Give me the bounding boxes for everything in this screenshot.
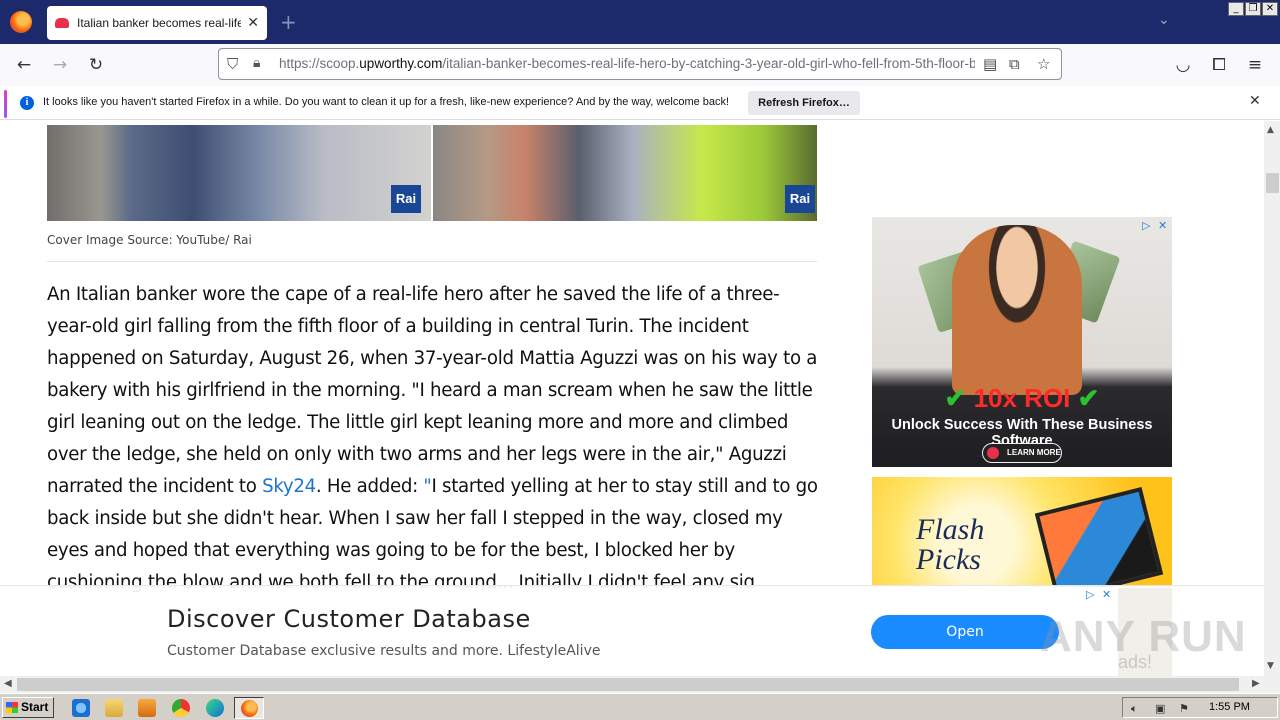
tab-bar: Italian banker becomes real-life he ✕ + … bbox=[0, 0, 1280, 44]
clock[interactable]: 1:55 PM bbox=[1209, 701, 1250, 713]
minimize-icon[interactable]: _ bbox=[1228, 2, 1244, 16]
tab-close-icon[interactable]: ✕ bbox=[247, 15, 259, 31]
cover-image-right bbox=[433, 125, 817, 221]
ads-label: ads! bbox=[1118, 652, 1153, 672]
tab-title: Italian banker becomes real-life he bbox=[77, 16, 242, 30]
nav-bar: ← → ↻ ⛉ 🔒︎ https://scoop.upworthy.com/it… bbox=[0, 44, 1280, 86]
bookmark-star-icon[interactable]: ☆ bbox=[1037, 55, 1050, 73]
chrome-icon[interactable] bbox=[172, 699, 190, 717]
scroll-corner bbox=[1264, 676, 1280, 693]
adchoices-icon[interactable]: ▷ bbox=[1086, 588, 1094, 601]
address-bar[interactable]: ⛉ 🔒︎ https://scoop.upworthy.com/italian-… bbox=[218, 48, 1062, 80]
taskbar: Start 🔈︎ ▣ ⚑ 1:55 PM bbox=[0, 693, 1280, 720]
open-button[interactable]: Open bbox=[871, 615, 1059, 649]
scroll-right-icon[interactable]: ▶ bbox=[1252, 678, 1260, 689]
rai-watermark: Rai bbox=[391, 185, 421, 213]
notification-stripe bbox=[4, 90, 7, 118]
taskbar-firefox-button[interactable] bbox=[234, 697, 264, 719]
scroll-left-icon[interactable]: ◀ bbox=[4, 678, 12, 689]
article-text: . He added: bbox=[315, 476, 424, 497]
article-body: An Italian banker wore the cape of a rea… bbox=[47, 279, 819, 599]
chevron-down-icon[interactable]: ⌄ bbox=[1158, 12, 1170, 28]
reader-view-icon[interactable]: ▤ bbox=[983, 55, 997, 73]
ad-headline: ✔ 10x ROI ✔ bbox=[944, 383, 1100, 413]
back-icon[interactable]: ← bbox=[13, 54, 35, 76]
volume-icon[interactable]: 🔈︎ bbox=[1131, 702, 1138, 716]
cover-image: Rai Rai bbox=[47, 125, 817, 221]
horizontal-scrollbar[interactable]: ◀ ▶ bbox=[0, 676, 1264, 693]
ad-close-icon[interactable]: ✕ bbox=[1158, 219, 1167, 232]
media-player-icon[interactable] bbox=[138, 699, 156, 717]
pocket-icon[interactable]: ◡ bbox=[1172, 54, 1194, 76]
laptop-image bbox=[1034, 487, 1164, 587]
menu-icon[interactable]: ≡ bbox=[1244, 54, 1266, 76]
window-close-icon[interactable]: ✕ bbox=[1262, 2, 1278, 16]
quote-mark: " bbox=[423, 476, 432, 497]
divider bbox=[47, 261, 817, 262]
edge-icon[interactable] bbox=[206, 699, 224, 717]
reload-icon[interactable]: ↻ bbox=[85, 54, 107, 76]
firefox-icon bbox=[241, 700, 258, 717]
restore-icon[interactable]: ❐ bbox=[1245, 2, 1261, 16]
start-button[interactable]: Start bbox=[2, 697, 54, 718]
image-caption: Cover Image Source: YouTube/ Rai bbox=[47, 233, 252, 247]
scroll-thumb[interactable] bbox=[1266, 173, 1279, 193]
network-icon[interactable]: ▣ bbox=[1155, 702, 1165, 715]
ad-person-image bbox=[952, 225, 1082, 395]
side-ad-flash-picks[interactable]: Flash Picks bbox=[872, 477, 1172, 587]
shield-icon[interactable]: ⛉ bbox=[227, 55, 238, 73]
checkmark-icon: ✔ bbox=[944, 383, 967, 413]
scroll-up-icon[interactable]: ▲ bbox=[1267, 125, 1274, 135]
url-text[interactable]: https://scoop.upworthy.com/italian-banke… bbox=[279, 56, 975, 71]
adchoices-icon[interactable]: ▷ bbox=[1142, 219, 1150, 232]
ad-close-icon[interactable]: ✕ bbox=[1102, 588, 1111, 601]
ie-icon[interactable] bbox=[72, 699, 90, 717]
cover-image-left bbox=[47, 125, 431, 221]
ad-subtitle: Customer Database exclusive results and … bbox=[167, 643, 601, 659]
lock-icon[interactable]: 🔒︎ bbox=[253, 55, 260, 71]
firefox-icon[interactable] bbox=[10, 11, 32, 33]
folder-icon[interactable] bbox=[105, 699, 123, 717]
vertical-scrollbar[interactable]: ▲ ▼ bbox=[1264, 121, 1280, 676]
tab-active[interactable]: Italian banker becomes real-life he ✕ bbox=[47, 6, 267, 40]
rai-watermark: Rai bbox=[785, 185, 815, 213]
refresh-firefox-button[interactable]: Refresh Firefox… bbox=[748, 91, 860, 115]
extensions-icon[interactable]: ⧠ bbox=[1208, 54, 1230, 76]
upworthy-favicon-icon bbox=[55, 18, 69, 28]
scroll-down-icon[interactable]: ▼ bbox=[1267, 661, 1274, 671]
translate-icon[interactable]: ⧉ bbox=[1009, 55, 1020, 73]
scroll-thumb[interactable] bbox=[17, 678, 1239, 691]
checkmark-icon: ✔ bbox=[1077, 383, 1100, 413]
side-ad-roi[interactable]: ✔ 10x ROI ✔ Unlock Success With These Bu… bbox=[872, 217, 1172, 467]
notification-close-icon[interactable]: ✕ bbox=[1249, 93, 1261, 109]
forward-icon[interactable]: → bbox=[49, 54, 71, 76]
sky24-link[interactable]: Sky24 bbox=[262, 476, 316, 497]
learn-more-button[interactable]: LEARN MORE bbox=[982, 443, 1062, 463]
article-text: An Italian banker wore the cape of a rea… bbox=[47, 284, 818, 497]
notification-message: It looks like you haven't started Firefo… bbox=[43, 96, 730, 108]
new-tab-icon[interactable]: + bbox=[280, 10, 297, 34]
ad-title[interactable]: Discover Customer Database bbox=[167, 605, 531, 633]
ad-flash-picks-text: Flash Picks bbox=[916, 513, 985, 576]
system-tray: 🔈︎ ▣ ⚑ 1:55 PM bbox=[1122, 697, 1278, 718]
flag-icon[interactable]: ⚑ bbox=[1179, 702, 1189, 715]
info-icon: i bbox=[20, 96, 34, 110]
notification-bar: i It looks like you haven't started Fire… bbox=[0, 86, 1280, 120]
